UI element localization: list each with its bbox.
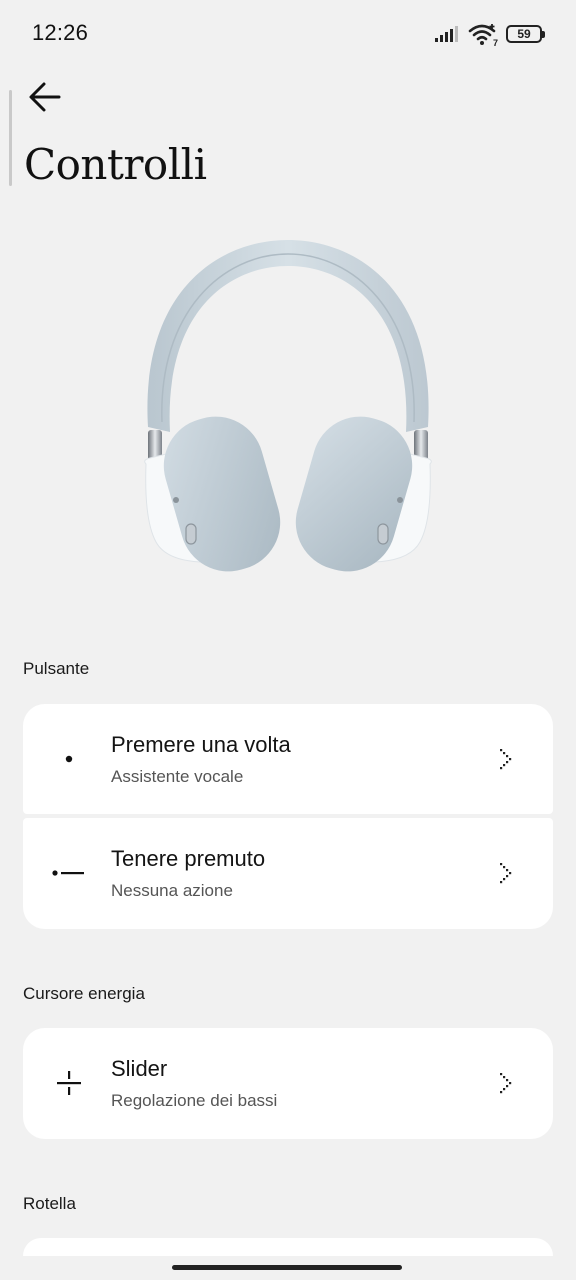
single-dot-icon [51, 741, 87, 777]
dot-dash-icon [51, 855, 87, 891]
wheel-item-partial[interactable] [23, 1238, 553, 1256]
hold-texts: Tenere premuto Nessuna azione [111, 846, 265, 901]
battery-icon: 59 [506, 25, 545, 43]
home-indicator[interactable] [172, 1265, 402, 1270]
slider-subtitle: Regolazione dei bassi [111, 1091, 278, 1110]
press-once-title: Premere una volta [111, 732, 291, 757]
chevron-right-icon [500, 863, 512, 884]
press-once-item[interactable]: Premere una volta Assistente vocale [23, 704, 553, 814]
page-title: Controlli [24, 140, 207, 189]
slider-icon [51, 1065, 87, 1101]
press-once-texts: Premere una volta Assistente vocale [111, 732, 291, 787]
slider-title: Slider [111, 1056, 168, 1081]
battery-level: 59 [517, 27, 531, 41]
headphones-image [144, 240, 432, 572]
section-label-button: Pulsante [23, 659, 90, 678]
section-label-wheel: Rotella [23, 1194, 76, 1213]
hold-subtitle: Nessuna azione [111, 881, 233, 900]
chevron-right-icon [500, 749, 512, 770]
wifi-badge: 7 [492, 38, 498, 48]
back-arrow-icon [29, 82, 61, 112]
chevron-right-icon [500, 1073, 512, 1094]
section-label-energy-slider: Cursore energia [23, 984, 145, 1003]
hold-title: Tenere premuto [111, 846, 266, 871]
status-bar: 12:26 7 59 [0, 0, 576, 68]
slider-item[interactable]: Slider Regolazione dei bassi [23, 1028, 553, 1139]
slider-texts: Slider Regolazione dei bassi [111, 1056, 277, 1111]
hold-item[interactable]: Tenere premuto Nessuna azione [23, 818, 553, 929]
status-time: 12:26 [32, 20, 89, 45]
wifi-icon: 7 [468, 22, 498, 48]
signal-icon [435, 26, 458, 42]
status-icons: 7 59 [434, 20, 545, 48]
back-button[interactable] [22, 74, 68, 120]
scroll-indicator[interactable] [9, 90, 12, 186]
press-once-subtitle: Assistente vocale [111, 767, 244, 786]
